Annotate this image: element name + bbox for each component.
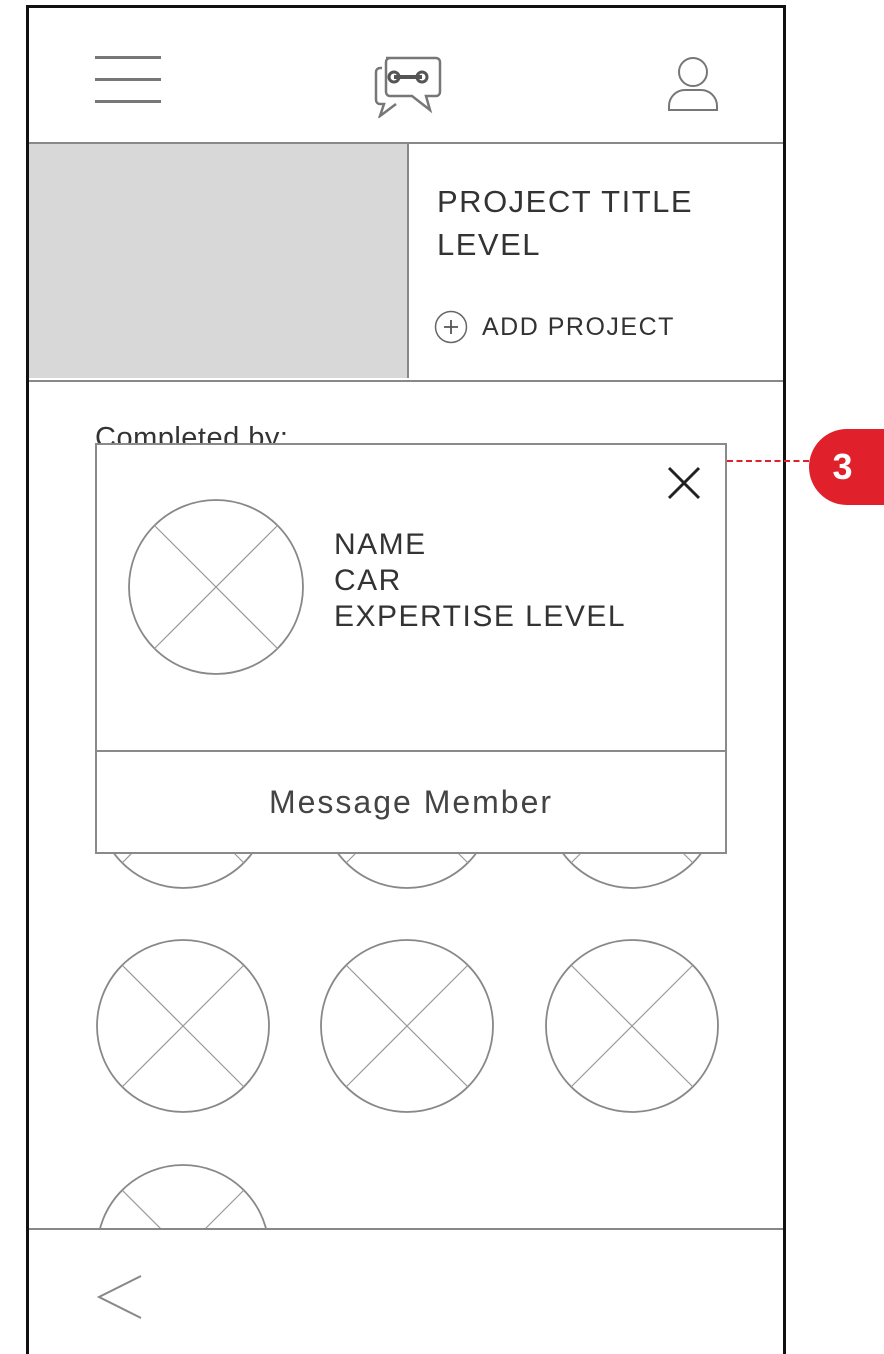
member-info: NAME CAR EXPERTISE LEVEL	[334, 527, 626, 635]
project-title: PROJECT TITLE LEVEL	[437, 184, 694, 262]
project-hero: PROJECT TITLE LEVEL ADD PROJECT	[29, 144, 783, 382]
member-avatar[interactable]	[95, 938, 271, 1114]
user-profile-icon[interactable]	[666, 56, 720, 112]
member-avatar[interactable]	[319, 938, 495, 1114]
phone-frame: PROJECT TITLE LEVEL ADD PROJECT Complete…	[26, 5, 786, 1354]
app-header	[29, 8, 783, 144]
message-member-button[interactable]: Message Member	[97, 752, 725, 852]
add-project-label: ADD PROJECT	[482, 312, 675, 341]
member-avatar[interactable]	[544, 938, 720, 1114]
callout-number-badge: 3	[809, 429, 884, 505]
member-name: NAME	[334, 528, 427, 561]
hamburger-menu-icon[interactable]	[95, 56, 161, 106]
plus-circle-icon	[434, 310, 468, 344]
bottom-navigation-bar	[29, 1228, 783, 1354]
chat-wrench-logo-icon[interactable]	[372, 48, 444, 118]
member-expertise-level: EXPERTISE LEVEL	[334, 600, 627, 633]
member-avatar-large	[128, 499, 304, 675]
callout-leader-line	[727, 460, 809, 462]
member-car: CAR	[334, 564, 402, 597]
back-triangle-icon[interactable]	[95, 1273, 145, 1321]
add-project-button[interactable]: ADD PROJECT	[434, 307, 675, 347]
project-image-placeholder	[29, 144, 409, 378]
close-icon[interactable]	[664, 463, 704, 503]
member-detail-popup: NAME CAR EXPERTISE LEVEL Message Member	[95, 443, 727, 854]
